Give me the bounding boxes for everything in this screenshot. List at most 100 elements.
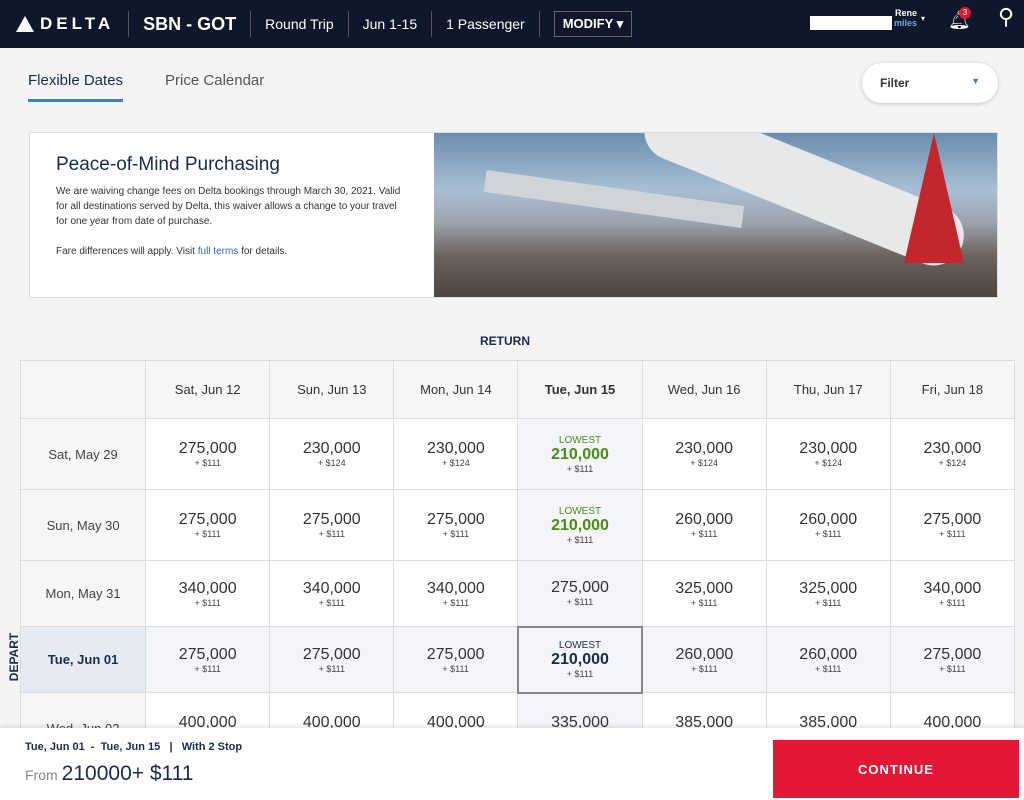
fare-miles: 340,000 — [923, 579, 982, 597]
delta-widget-icon — [16, 16, 34, 32]
lowest-label: LOWEST — [558, 640, 602, 651]
fare-tax: + $111 — [318, 597, 346, 608]
fare-cell[interactable]: 230,000 + $124 — [641, 418, 767, 490]
fare-cell[interactable]: 340,000 + $111 — [393, 560, 519, 627]
fare-tax: + $111 — [318, 663, 346, 674]
fare-cell[interactable]: LOWEST 210,000 + $111 — [516, 625, 644, 694]
return-date-header[interactable]: Tue, Jun 15 — [517, 360, 643, 419]
modify-button[interactable]: MODIFY ▾ — [553, 11, 633, 37]
fare-tax: + $111 — [566, 534, 594, 545]
search-icon[interactable]: ⚲ — [998, 4, 1014, 30]
fare-cell[interactable]: 260,000 + $111 — [765, 626, 891, 693]
fare-miles: 230,000 — [426, 440, 485, 457]
fare-tax: + $124 — [814, 458, 843, 468]
fare-cell[interactable]: 275,000 + $111 — [517, 560, 643, 627]
fare-miles: 340,000 — [302, 579, 361, 597]
tab-price-calendar[interactable]: Price Calendar — [165, 72, 264, 102]
fare-cell[interactable]: 230,000 + $124 — [889, 418, 1016, 490]
fare-tax: + $111 — [442, 597, 470, 608]
fare-cell[interactable]: 325,000 + $111 — [641, 560, 767, 627]
top-nav: DELTA SBN - GOT Round Trip Jun 1-15 1 Pa… — [0, 0, 1024, 48]
trip-type: Round Trip — [265, 16, 334, 32]
fare-grid: Sat, Jun 12 Sun, Jun 13 Mon, Jun 14 Tue, Ju… — [19, 360, 1016, 764]
fare-row: Mon, May 31 340,000 + $111 340,000 + $111 340… — [19, 560, 1016, 627]
filter-dropdown[interactable]: Filter ▼ — [862, 63, 998, 103]
fare-tax: + $111 — [194, 458, 221, 468]
continue-button[interactable]: CONTINUE — [773, 740, 1019, 798]
return-label: RETURN — [480, 334, 530, 348]
fare-cell[interactable]: 340,000 + $111 — [889, 560, 1016, 627]
fare-miles: 260,000 — [675, 511, 734, 528]
fare-tax: + $111 — [442, 529, 470, 539]
fare-tax: + $111 — [566, 669, 594, 679]
fare-cell[interactable]: 275,000 + $111 — [145, 418, 271, 490]
return-date-header[interactable]: Mon, Jun 14 — [393, 360, 519, 419]
fare-cell[interactable]: 230,000 + $124 — [393, 418, 519, 490]
fare-tax: + $111 — [690, 597, 718, 608]
fare-cell[interactable]: 325,000 + $111 — [765, 560, 891, 627]
fare-tax: + $111 — [815, 529, 842, 539]
fare-miles: 230,000 — [675, 440, 734, 457]
fare-cell[interactable]: LOWEST 210,000 + $111 — [517, 489, 643, 561]
fare-tax: + $111 — [815, 597, 842, 608]
fare-tax: + $111 — [566, 597, 594, 608]
promo-title: Peace-of-Mind Purchasing — [56, 154, 280, 175]
return-date-header[interactable]: Sat, Jun 12 — [145, 360, 271, 419]
user-menu[interactable]: Rene miles ▾ — [810, 6, 925, 30]
fare-cell[interactable]: 340,000 + $111 — [269, 560, 395, 627]
fare-cell[interactable]: 275,000 + $111 — [269, 626, 395, 693]
fare-cell[interactable]: 260,000 + $111 — [641, 626, 767, 693]
lowest-label: LOWEST — [558, 505, 602, 517]
fare-miles: 230,000 — [923, 440, 982, 457]
fare-tax: + $124 — [442, 458, 470, 468]
fare-tax: + $124 — [938, 458, 967, 468]
fare-miles: 275,000 — [551, 579, 609, 597]
delta-logo[interactable]: DELTA — [16, 14, 114, 34]
return-date-header[interactable]: Fri, Jun 18 — [889, 360, 1016, 419]
return-date-header[interactable]: Sun, Jun 13 — [269, 360, 395, 419]
fare-miles: 275,000 — [178, 511, 237, 528]
full-terms-link[interactable]: full terms — [198, 246, 239, 257]
fare-cell[interactable]: 275,000 + $111 — [145, 626, 271, 693]
fare-cell[interactable]: 275,000 + $111 — [393, 489, 519, 561]
fare-tax: + $111 — [194, 529, 221, 539]
chevron-down-icon: ▼ — [971, 76, 980, 86]
fare-miles: 260,000 — [799, 511, 858, 528]
fare-cell[interactable]: 260,000 + $111 — [765, 489, 891, 561]
depart-date: Tue, Jun 01 — [19, 626, 147, 693]
fare-tax: + $124 — [690, 458, 718, 468]
depart-label: DEPART — [7, 632, 22, 682]
fare-miles: 230,000 — [302, 440, 361, 457]
fare-cell[interactable]: 275,000 + $111 — [889, 626, 1016, 693]
footer-bar: Tue, Jun 01 - Tue, Jun 15 | With 2 Stop … — [0, 728, 1024, 800]
airplane-image — [434, 133, 997, 297]
fare-tax: + $111 — [939, 663, 966, 674]
trip-dates: Jun 1-15 — [362, 16, 418, 32]
return-date-header[interactable]: Thu, Jun 17 — [765, 360, 891, 419]
fare-cell[interactable]: 340,000 + $111 — [145, 560, 271, 627]
fare-cell[interactable]: 230,000 + $124 — [765, 418, 891, 490]
fare-miles: 275,000 — [923, 511, 982, 528]
passengers: 1 Passenger — [446, 16, 525, 32]
fare-miles: 275,000 — [178, 440, 237, 457]
fare-tax: + $124 — [317, 458, 346, 468]
fare-cell[interactable]: 275,000 + $111 — [269, 489, 395, 561]
promo-body: We are waiving change fees on Delta book… — [56, 186, 401, 227]
fare-cell[interactable]: LOWEST 210,000 + $111 — [517, 418, 643, 490]
return-date-header[interactable]: Wed, Jun 16 — [641, 360, 767, 419]
fare-cell[interactable]: 275,000 + $111 — [393, 626, 519, 693]
fare-cell[interactable]: 275,000 + $111 — [889, 489, 1016, 561]
fare-tax: + $111 — [442, 663, 469, 674]
fare-cell[interactable]: 260,000 + $111 — [641, 489, 767, 561]
fare-miles: 275,000 — [302, 511, 361, 528]
fare-tax: + $111 — [566, 463, 594, 474]
fare-miles: 210,000 — [551, 516, 609, 534]
fare-miles: 275,000 — [302, 645, 361, 663]
fare-cell[interactable]: 230,000 + $124 — [269, 418, 395, 490]
fare-tax: + $111 — [318, 529, 346, 539]
fare-row: Sat, May 29 275,000 + $111 230,000 + $124 230… — [19, 418, 1016, 490]
fare-tax: + $111 — [194, 597, 221, 608]
fare-cell[interactable]: 275,000 + $111 — [145, 489, 271, 561]
tab-flexible-dates[interactable]: Flexible Dates — [28, 72, 124, 102]
fare-miles: 325,000 — [799, 579, 858, 597]
